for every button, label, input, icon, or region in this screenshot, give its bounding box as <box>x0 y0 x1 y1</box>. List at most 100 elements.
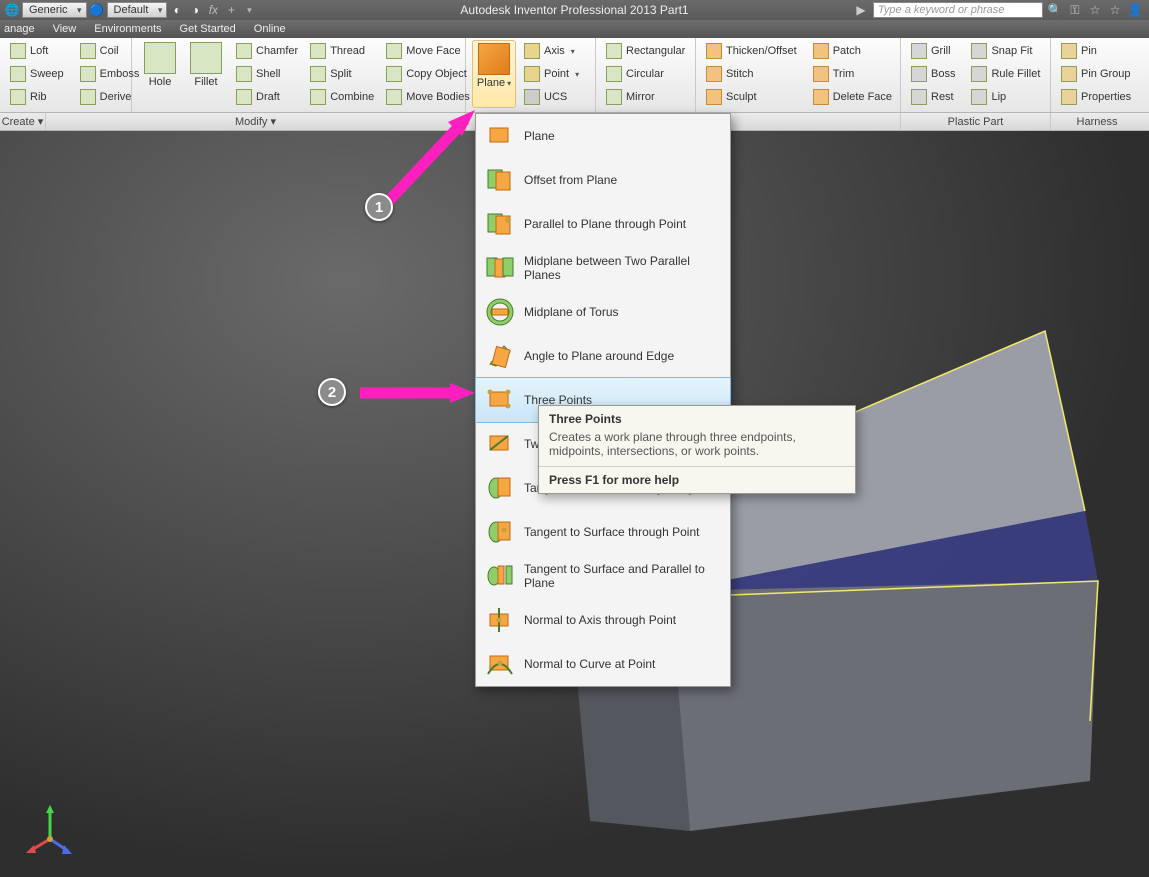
two-edges-icon <box>486 430 514 458</box>
stitch-button[interactable]: Stitch <box>702 63 801 85</box>
rulefillet-button[interactable]: Rule Fillet <box>967 63 1044 85</box>
draft-button[interactable]: Draft <box>232 86 302 108</box>
title-right: ▶ Type a keyword or phrase 🔍 ⚿ ☆ ☆ 👤 <box>853 2 1149 18</box>
shell-button[interactable]: Shell <box>232 63 302 85</box>
ribbon-group-modify: Hole Fillet Chamfer Shell Draft Thread S… <box>132 38 466 112</box>
rest-button[interactable]: Rest <box>907 86 959 108</box>
shell-icon <box>236 66 252 82</box>
tooltip-title: Three Points <box>539 406 855 428</box>
snapfit-button[interactable]: Snap Fit <box>967 40 1044 62</box>
ribbon-group-create: Loft Sweep Rib Coil Emboss Derive <box>0 38 132 112</box>
ribbon-group-harness: Pin Pin Group Properties <box>1051 38 1143 112</box>
copy-object-button[interactable]: Copy Object <box>382 63 474 85</box>
qat-icon-1[interactable]: ◐ <box>169 2 185 18</box>
point-icon <box>524 66 540 82</box>
boss-button[interactable]: Boss <box>907 63 959 85</box>
star-icon-2[interactable]: ☆ <box>1107 2 1123 18</box>
key-icon[interactable]: ⚿ <box>1067 2 1083 18</box>
point-button[interactable]: Point <box>520 63 583 85</box>
hole-button[interactable]: Hole <box>138 40 182 108</box>
panel-create[interactable]: Create ▾ <box>0 113 46 130</box>
thread-button[interactable]: Thread <box>306 40 378 62</box>
pin-button[interactable]: Pin <box>1057 40 1137 62</box>
rectangular-button[interactable]: Rectangular <box>602 40 689 62</box>
patch-button[interactable]: Patch <box>809 40 896 62</box>
dd-midplane[interactable]: Midplane between Two Parallel Planes <box>476 246 730 290</box>
move-face-button[interactable]: Move Face <box>382 40 474 62</box>
dd-torus[interactable]: Midplane of Torus <box>476 290 730 334</box>
panel-modify[interactable]: Modify ▾ <box>46 113 466 130</box>
qat-icon-2[interactable]: ◑ <box>187 2 203 18</box>
title-bar: 🌐 Generic 🔵 Default ◐ ◑ fx + ▾ Autodesk … <box>0 0 1149 20</box>
split-button[interactable]: Split <box>306 63 378 85</box>
menu-environments[interactable]: Environments <box>94 23 161 35</box>
dd-plane[interactable]: Plane <box>476 114 730 158</box>
split-icon <box>310 66 326 82</box>
plane-icon <box>478 43 510 75</box>
binoculars-icon[interactable]: 🔍 <box>1047 2 1063 18</box>
qat-expand-icon[interactable]: ▾ <box>241 2 257 18</box>
sweep-button[interactable]: Sweep <box>6 63 68 85</box>
star-icon[interactable]: ☆ <box>1087 2 1103 18</box>
quick-access-toolbar: 🌐 Generic 🔵 Default ◐ ◑ fx + ▾ <box>0 2 261 18</box>
rib-icon <box>10 89 26 105</box>
copy-object-icon <box>386 66 402 82</box>
mirror-button[interactable]: Mirror <box>602 86 689 108</box>
search-input[interactable]: Type a keyword or phrase <box>873 2 1043 18</box>
offset-icon <box>486 166 514 194</box>
sculpt-button[interactable]: Sculpt <box>702 86 801 108</box>
rib-button[interactable]: Rib <box>6 86 68 108</box>
user-icon[interactable]: 👤 <box>1127 2 1143 18</box>
delete-face-button[interactable]: Delete Face <box>809 86 896 108</box>
view-triad <box>20 799 80 859</box>
lip-button[interactable]: Lip <box>967 86 1044 108</box>
sculpt-icon <box>706 89 722 105</box>
trim-button[interactable]: Trim <box>809 63 896 85</box>
move-bodies-button[interactable]: Move Bodies <box>382 86 474 108</box>
plane-dropdown: Plane Offset from Plane Parallel to Plan… <box>475 113 731 687</box>
dd-normal-axis[interactable]: Normal to Axis through Point <box>476 598 730 642</box>
tooltip: Three Points Creates a work plane throug… <box>538 405 856 494</box>
lip-icon <box>971 89 987 105</box>
menu-online[interactable]: Online <box>254 23 286 35</box>
thicken-icon <box>706 43 722 59</box>
dd-angle[interactable]: Angle to Plane around Edge <box>476 334 730 378</box>
ribbon-group-surface: Thicken/Offset Stitch Sculpt Patch Trim … <box>696 38 901 112</box>
dd-normal-curve[interactable]: Normal to Curve at Point <box>476 642 730 686</box>
appearance-dropdown[interactable]: Default <box>107 2 168 18</box>
menu-bar: anage View Environments Get Started Onli… <box>0 20 1149 38</box>
draft-icon <box>236 89 252 105</box>
dd-parallel[interactable]: Parallel to Plane through Point <box>476 202 730 246</box>
dd-tangent-point[interactable]: Tangent to Surface through Point <box>476 510 730 554</box>
circular-button[interactable]: Circular <box>602 63 689 85</box>
move-bodies-icon <box>386 89 402 105</box>
dd-tangent-parallel[interactable]: Tangent to Surface and Parallel to Plane <box>476 554 730 598</box>
loft-button[interactable]: Loft <box>6 40 68 62</box>
material-dropdown[interactable]: Generic <box>22 2 87 18</box>
midplane-icon <box>486 254 514 282</box>
circular-icon <box>606 66 622 82</box>
ucs-button[interactable]: UCS <box>520 86 583 108</box>
window-title: Autodesk Inventor Professional 2013 Part… <box>460 3 688 17</box>
menu-get-started[interactable]: Get Started <box>180 23 236 35</box>
properties-button[interactable]: Properties <box>1057 86 1137 108</box>
plane-button[interactable]: Plane <box>472 40 516 108</box>
menu-manage[interactable]: anage <box>4 23 35 35</box>
title-play-icon[interactable]: ▶ <box>853 2 869 18</box>
grill-button[interactable]: Grill <box>907 40 959 62</box>
chamfer-button[interactable]: Chamfer <box>232 40 302 62</box>
combine-button[interactable]: Combine <box>306 86 378 108</box>
delete-face-icon <box>813 89 829 105</box>
appearance-icon[interactable]: 🔵 <box>89 2 105 18</box>
plus-icon[interactable]: + <box>223 2 239 18</box>
fx-icon[interactable]: fx <box>205 2 221 18</box>
fillet-button[interactable]: Fillet <box>184 40 228 108</box>
app-icon[interactable]: 🌐 <box>4 2 20 18</box>
boss-icon <box>911 66 927 82</box>
thicken-button[interactable]: Thicken/Offset <box>702 40 801 62</box>
menu-view[interactable]: View <box>53 23 77 35</box>
properties-icon <box>1061 89 1077 105</box>
pingroup-button[interactable]: Pin Group <box>1057 63 1137 85</box>
dd-offset[interactable]: Offset from Plane <box>476 158 730 202</box>
axis-button[interactable]: Axis <box>520 40 583 62</box>
